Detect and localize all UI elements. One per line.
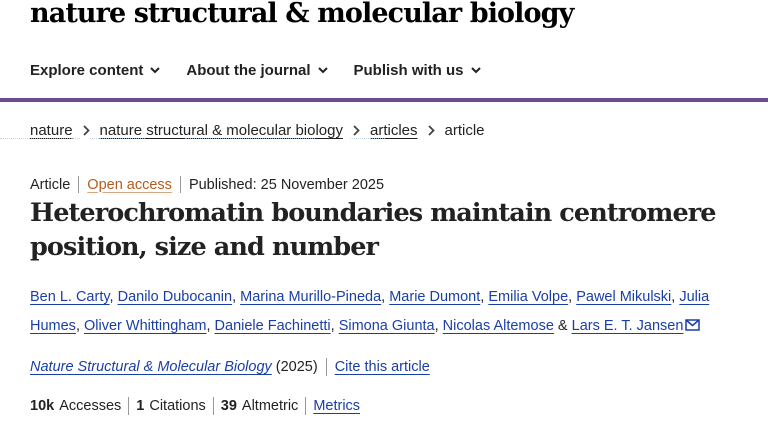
chevron-right-icon	[427, 125, 435, 136]
chevron-down-icon	[470, 67, 481, 74]
author-link[interactable]: Simona Giunta	[339, 318, 435, 334]
citations-count: 1	[136, 398, 145, 414]
author-link[interactable]: Pawel Mikulski	[576, 289, 671, 305]
ghost-text-artifact	[0, 138, 80, 142]
author-link[interactable]: Emilia Volpe	[488, 289, 568, 305]
author-link[interactable]: Oliver Whittingham	[84, 318, 206, 334]
nav-publish-with-us[interactable]: Publish with us	[354, 62, 481, 79]
journal-line: Nature Structural & Molecular Biology (2…	[30, 358, 430, 376]
citations-label: Citations	[149, 398, 206, 414]
meta-divider	[179, 176, 181, 193]
author-link[interactable]: Danilo Dubocanin	[118, 289, 232, 305]
author-link[interactable]: Ben L. Carty	[30, 289, 110, 305]
author-link[interactable]: Marie Dumont	[389, 289, 480, 305]
metrics-link[interactable]: Metrics	[313, 398, 360, 414]
article-type: Article	[30, 176, 71, 193]
breadcrumb-current: article	[444, 122, 485, 139]
cite-article-link[interactable]: Cite this article	[335, 359, 430, 375]
metrics-divider	[128, 397, 130, 415]
nav-label: Publish with us	[353, 62, 464, 79]
article-title: Heterochromatin boundaries maintain cent…	[30, 198, 717, 262]
metrics-divider	[212, 397, 214, 415]
main-nav: Explore content About the journal Publis…	[30, 62, 507, 79]
article-meta: Article Open access Published: 25 Novemb…	[30, 176, 384, 193]
author-list: Ben L. Carty, Danilo Dubocanin, Marina M…	[30, 289, 710, 334]
open-access-link[interactable]: Open access	[87, 177, 172, 193]
published-date: Published: 25 November 2025	[188, 176, 385, 193]
ghost-text-artifact	[185, 138, 315, 142]
breadcrumb-articles[interactable]: articles	[370, 122, 418, 139]
altmetric-label: Altmetric	[241, 398, 299, 414]
author-link[interactable]: Lars E. T. Jansen	[572, 318, 684, 334]
header-divider	[0, 98, 768, 102]
ghost-text-artifact	[350, 138, 385, 142]
breadcrumb-nature[interactable]: nature	[30, 122, 73, 139]
breadcrumb-journal[interactable]: nature structural & molecular biology	[100, 122, 343, 139]
author-link[interactable]: Daniele Fachinetti	[215, 318, 331, 334]
ghost-text-artifact	[90, 138, 145, 142]
chevron-right-icon	[82, 125, 90, 136]
nav-label: Explore content	[30, 62, 144, 79]
breadcrumb: nature nature structural & molecular bio…	[30, 122, 485, 139]
publication-year: (2025)	[275, 359, 318, 375]
meta-divider	[78, 176, 80, 193]
mail-icon[interactable]	[685, 319, 701, 331]
journal-divider	[325, 358, 327, 376]
article-metrics: 10k Accesses 1 Citations 39 Altmetric Me…	[30, 397, 360, 415]
nav-about-journal[interactable]: About the journal	[186, 62, 328, 79]
chevron-right-icon	[353, 125, 360, 136]
author-link[interactable]: Nicolas Altemose	[443, 318, 554, 334]
nav-explore-content[interactable]: Explore content	[30, 62, 161, 79]
accesses-label: Accesses	[59, 398, 122, 414]
journal-name-link[interactable]: Nature Structural & Molecular Biology	[30, 359, 272, 375]
author-link[interactable]: Marina Murillo-Pineda	[240, 289, 381, 305]
nav-label: About the journal	[186, 62, 311, 79]
chevron-down-icon	[317, 67, 328, 74]
accesses-count: 10k	[30, 398, 55, 414]
journal-logo[interactable]: nature structural & molecular biology	[30, 0, 574, 29]
chevron-down-icon	[150, 67, 161, 74]
altmetric-score: 39	[220, 398, 237, 414]
metrics-divider	[305, 397, 307, 415]
